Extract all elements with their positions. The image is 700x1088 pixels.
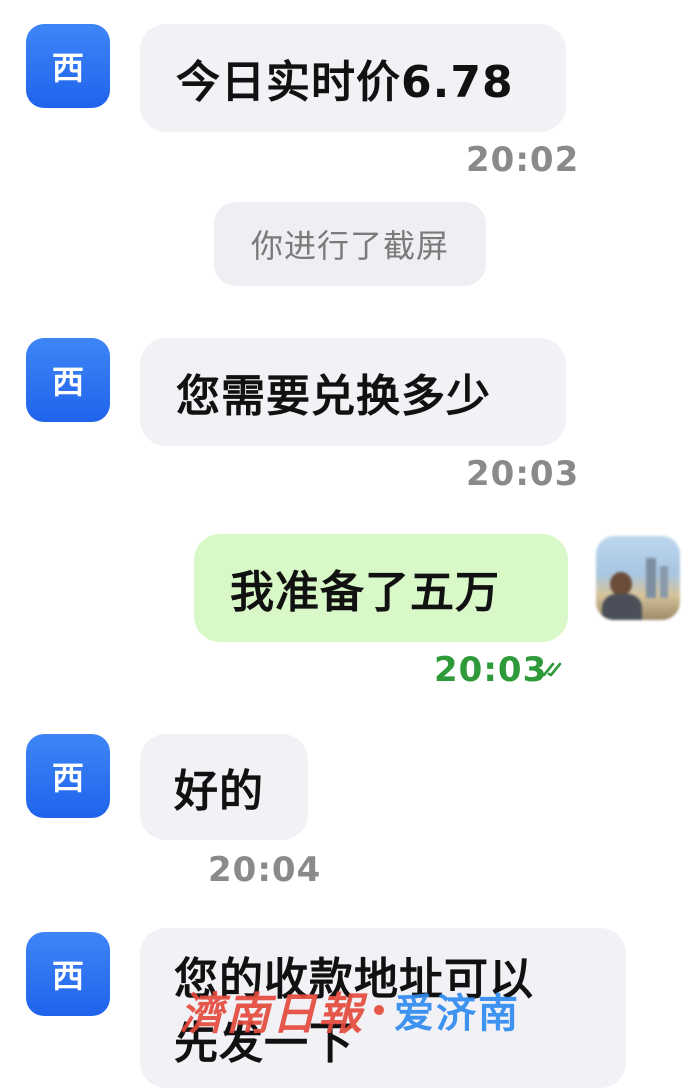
- message-text: 您需要兑换多少: [176, 371, 491, 422]
- contact-avatar[interactable]: 西: [26, 338, 110, 422]
- newspaper-logo: 濟南日報: [180, 989, 364, 1040]
- avatar-initial: 西: [51, 759, 84, 797]
- avatar-initial: 西: [51, 363, 84, 401]
- watermark: 濟南日報 爱济南: [180, 978, 520, 1042]
- app-logo: 爱济南: [394, 991, 520, 1037]
- message-bubble-incoming[interactable]: 您需要兑换多少: [140, 338, 566, 446]
- message-timestamp: 20:04: [208, 850, 322, 890]
- message-bubble-incoming[interactable]: 今日实时价6.78: [140, 24, 566, 132]
- message-timestamp: 20:02: [466, 140, 580, 180]
- double-check-icon: [538, 662, 562, 677]
- message-timestamp: 20:03: [434, 650, 548, 690]
- system-notice: 你进行了截屏: [214, 202, 486, 286]
- message-timestamp: 20:03: [466, 454, 580, 494]
- message-text: 好的: [174, 766, 264, 817]
- system-notice-text: 你进行了截屏: [250, 227, 449, 265]
- message-text: 我准备了五万: [230, 567, 500, 618]
- watermark-dot: [374, 1005, 384, 1015]
- contact-avatar[interactable]: 西: [26, 932, 110, 1016]
- avatar-initial: 西: [51, 49, 84, 87]
- contact-avatar[interactable]: 西: [26, 24, 110, 108]
- chat-view: 西 今日实时价6.78 20:02 你进行了截屏 西 您需要兑换多少 20:03…: [0, 0, 700, 1088]
- message-bubble-outgoing[interactable]: 我准备了五万: [194, 534, 568, 642]
- message-text: 今日实时价6.78: [176, 57, 514, 108]
- avatar-initial: 西: [51, 957, 84, 995]
- contact-avatar[interactable]: 西: [26, 734, 110, 818]
- user-avatar[interactable]: [596, 536, 680, 620]
- message-bubble-incoming[interactable]: 好的: [140, 734, 308, 840]
